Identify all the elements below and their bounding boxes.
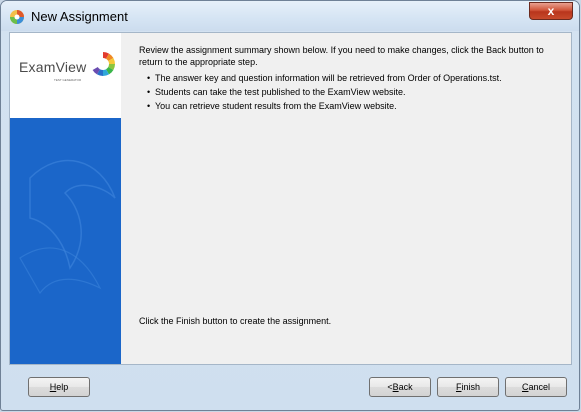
back-button[interactable]: < Back <box>369 377 431 397</box>
new-assignment-dialog: New Assignment x ExamView TEST GENERATOR <box>0 0 580 411</box>
sidebar-decoration <box>10 118 121 364</box>
summary-list-item: Students can take the test published to … <box>147 86 559 98</box>
dialog-body: ExamView TEST GENERATOR Review the assig… <box>9 32 572 365</box>
close-button[interactable]: x <box>529 2 573 20</box>
examview-logo-icon <box>92 51 116 77</box>
cancel-button[interactable]: Cancel <box>505 377 567 397</box>
sidebar-watermark-icon <box>19 159 116 295</box>
title-bar[interactable]: New Assignment x <box>1 1 579 31</box>
app-icon <box>10 10 24 24</box>
summary-content: Review the assignment summary shown belo… <box>139 44 559 114</box>
close-icon: x <box>547 4 555 18</box>
help-button-label: elp <box>56 382 69 392</box>
sidebar-logo-panel: ExamView TEST GENERATOR <box>10 33 121 118</box>
cancel-button-label: ancel <box>528 382 550 392</box>
finish-button[interactable]: Finish <box>437 377 499 397</box>
examview-logo-text: ExamView <box>19 59 87 75</box>
summary-list-item: You can retrieve student results from th… <box>147 100 559 112</box>
summary-list: The answer key and question information … <box>139 72 559 112</box>
summary-intro: Review the assignment summary shown belo… <box>139 45 544 67</box>
finish-button-label: inish <box>461 382 480 392</box>
help-button[interactable]: Help <box>28 377 90 397</box>
finish-instruction: Click the Finish button to create the as… <box>139 316 332 326</box>
examview-logo-subtext: TEST GENERATOR <box>54 78 82 82</box>
window-title: New Assignment <box>31 9 128 24</box>
back-button-label: ack <box>398 382 413 392</box>
summary-list-item: The answer key and question information … <box>147 72 559 84</box>
